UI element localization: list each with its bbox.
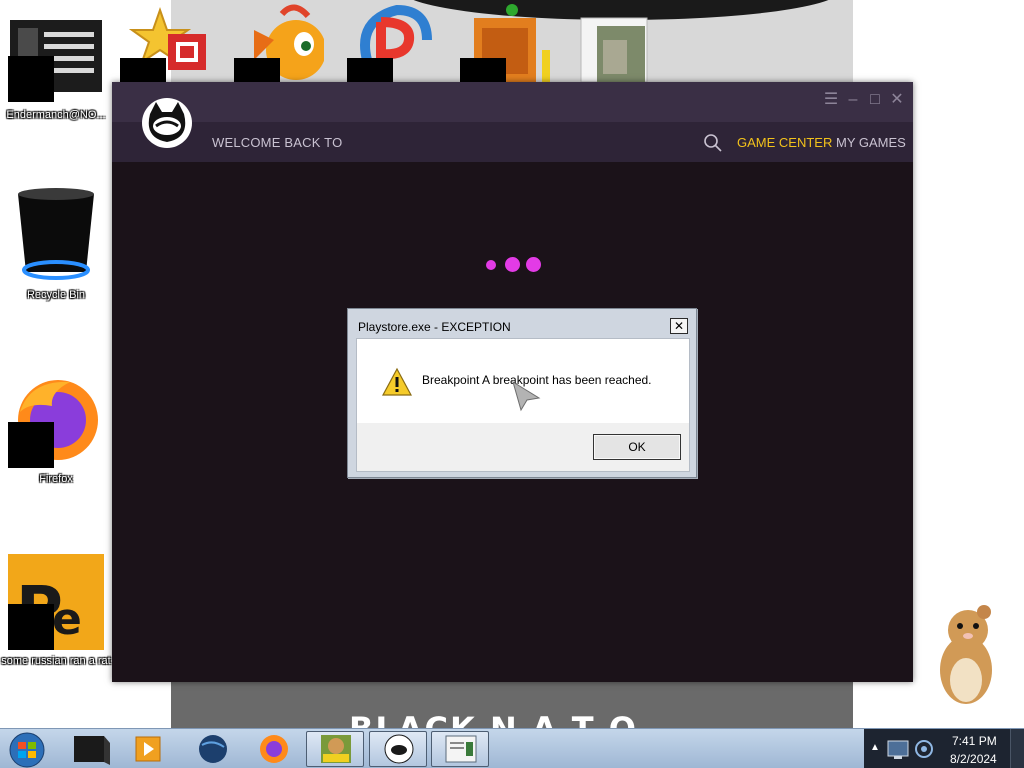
mouse-cursor-icon xyxy=(512,380,541,412)
hamster-image xyxy=(940,605,992,704)
globe-icon xyxy=(199,735,227,763)
nav-my-games[interactable]: MY GAMES xyxy=(836,135,906,150)
top-strip-crate-icon[interactable] xyxy=(460,0,550,82)
document-window-icon xyxy=(445,735,477,763)
redaction-block xyxy=(460,58,506,82)
desktop-icon-label: Firefox xyxy=(39,473,73,485)
terminal-icon xyxy=(74,736,110,765)
close-icon[interactable]: ✕ xyxy=(888,92,906,108)
top-strip-star-icon[interactable] xyxy=(120,0,210,82)
recycle-bin-icon xyxy=(18,188,94,280)
show-desktop-button[interactable] xyxy=(1010,729,1024,768)
taskbar-terminal[interactable] xyxy=(60,731,118,767)
redaction-block xyxy=(8,604,54,650)
welcome-text: WELCOME BACK TO xyxy=(212,135,343,150)
ok-button[interactable]: OK xyxy=(593,434,681,460)
taskbar: ▲ 7:41 PM 8/2/2024 xyxy=(0,728,1024,768)
desktop-icon-notepad[interactable]: Endermanch@NO... xyxy=(0,18,112,122)
clock-date[interactable]: 8/2/2024 xyxy=(950,752,997,766)
media-player-icon xyxy=(135,736,161,762)
redaction-block xyxy=(347,58,393,82)
network-icon[interactable] xyxy=(886,737,910,761)
launcher-titlebar[interactable] xyxy=(112,82,913,122)
top-strip-folder-icon[interactable] xyxy=(573,0,663,82)
photo-folder-icon xyxy=(580,17,648,82)
minimize-icon[interactable]: ‒ xyxy=(844,92,862,108)
mascot-logo-icon xyxy=(148,102,186,142)
top-strip-fish-icon[interactable] xyxy=(234,0,324,82)
dialog-title: Playstore.exe - EXCEPTION xyxy=(358,320,511,334)
top-strip-p-icon[interactable] xyxy=(347,0,437,82)
warning-icon xyxy=(381,367,413,396)
background-banner-text: BLACK N A T O xyxy=(349,710,638,728)
svg-text:e: e xyxy=(52,594,82,645)
windows-start-icon xyxy=(9,732,45,768)
desktop-icon-label: some russian ran a rat xyxy=(1,655,111,667)
volume-icon[interactable] xyxy=(912,737,936,761)
firefox-icon xyxy=(260,735,288,763)
dialog-close-button[interactable]: ✕ xyxy=(670,318,688,334)
tray-expand-icon[interactable]: ▲ xyxy=(870,742,880,753)
desktop-icon-label: Recycle Bin xyxy=(26,289,86,301)
loading-dot xyxy=(505,257,520,272)
launcher-logo[interactable] xyxy=(142,98,192,148)
mascot-logo-icon xyxy=(384,734,414,764)
taskbar-hamster-app[interactable] xyxy=(306,731,364,767)
search-icon[interactable] xyxy=(703,133,723,153)
desktop-icon-pe[interactable]: P e some russian ran a rat xyxy=(0,552,112,668)
taskbar-media-player[interactable] xyxy=(120,731,178,767)
taskbar-globe[interactable] xyxy=(184,731,242,767)
nav-game-center[interactable]: GAME CENTER xyxy=(737,135,832,150)
loading-dot xyxy=(526,257,541,272)
desktop-icon-firefox[interactable]: Firefox xyxy=(0,372,112,486)
desktop-icon-recycle-bin[interactable]: Recycle Bin xyxy=(0,188,112,302)
hamster-box-icon xyxy=(321,735,351,763)
maximize-icon[interactable]: □ xyxy=(866,92,884,108)
clock-time[interactable]: 7:41 PM xyxy=(952,734,997,748)
desktop-icon-label: Endermanch@NO... xyxy=(6,109,106,121)
menu-icon[interactable]: ☰ xyxy=(822,92,840,108)
taskbar-launcher[interactable] xyxy=(369,731,427,767)
taskbar-document-viewer[interactable] xyxy=(431,731,489,767)
taskbar-firefox[interactable] xyxy=(244,731,302,767)
background-window-bottom: BLACK N A T O xyxy=(171,682,853,728)
redaction-block xyxy=(8,422,54,468)
redaction-block xyxy=(120,58,166,82)
loading-dot xyxy=(486,260,496,270)
redaction-block xyxy=(234,58,280,82)
redaction-block xyxy=(8,56,54,102)
start-button[interactable] xyxy=(0,731,56,768)
system-tray: ▲ xyxy=(864,729,1024,768)
